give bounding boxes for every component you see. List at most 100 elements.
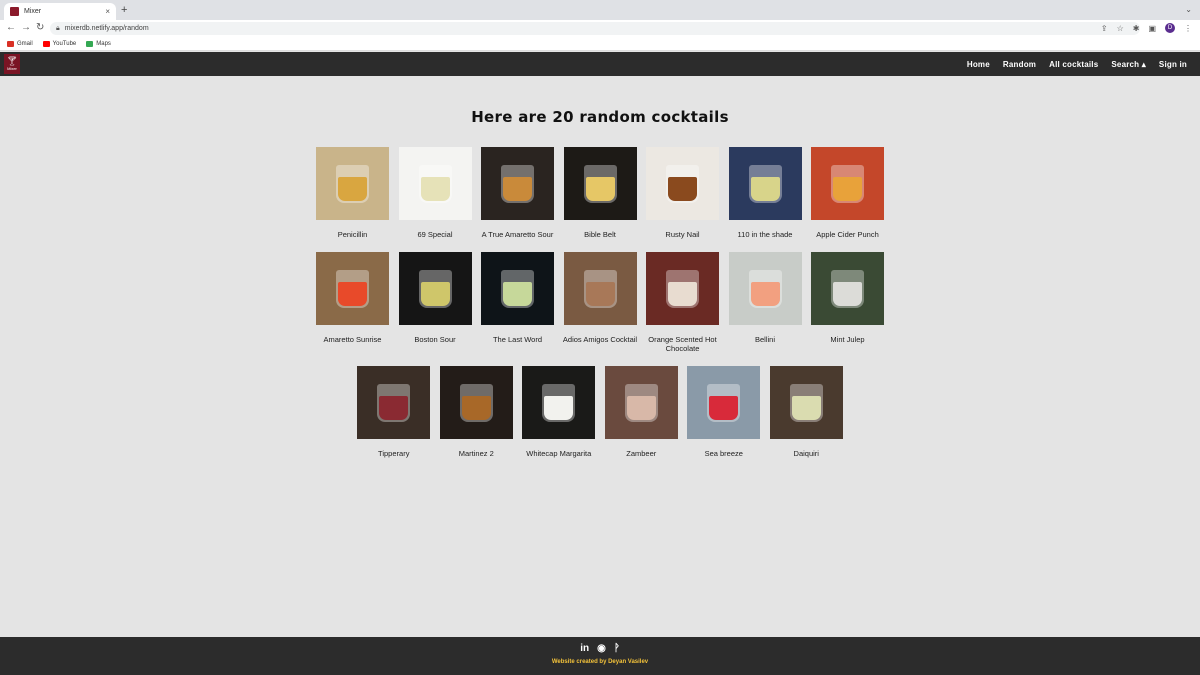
gmail-icon xyxy=(7,40,14,47)
cocktail-card[interactable]: 110 in the shade xyxy=(728,147,802,239)
bookmark-gmail[interactable]: Gmail xyxy=(7,40,33,47)
cocktail-image[interactable] xyxy=(646,147,719,220)
cocktail-card[interactable]: Orange Scented Hot Chocolate xyxy=(646,252,719,353)
tab-search-icon[interactable]: ⌄ xyxy=(1185,5,1192,14)
drink-shape xyxy=(833,177,862,201)
cocktail-card[interactable]: The Last Word xyxy=(481,252,554,353)
cocktail-image[interactable] xyxy=(563,252,637,325)
cocktail-row: Penicillin 69 Special A True Amaretto Sour… xyxy=(0,147,1200,239)
site-logo[interactable]: 🍸︎ Mixer xyxy=(4,54,20,74)
cocktail-image[interactable] xyxy=(398,252,472,325)
cocktail-name[interactable]: Whitecap Margarita xyxy=(519,449,599,458)
sidepanel-icon[interactable]: ▣ xyxy=(1148,24,1156,33)
close-tab-icon[interactable]: × xyxy=(105,7,110,16)
cocktail-card[interactable]: Penicillin xyxy=(316,147,389,239)
cocktail-image[interactable] xyxy=(811,147,884,220)
cocktail-name[interactable]: 69 Special xyxy=(395,230,475,239)
cocktail-card[interactable]: Bellini xyxy=(728,252,802,353)
cocktail-image[interactable] xyxy=(687,366,761,439)
portfolio-icon[interactable]: ᚹ xyxy=(614,643,620,654)
bookmark-maps[interactable]: Maps xyxy=(86,40,111,47)
cocktail-image[interactable] xyxy=(481,147,554,220)
linkedin-icon[interactable]: in xyxy=(580,643,589,654)
nav-search-link[interactable]: Search ▴ xyxy=(1111,60,1146,69)
cocktail-image[interactable] xyxy=(316,252,389,325)
cocktail-image[interactable] xyxy=(481,252,554,325)
nav-all-cocktails-link[interactable]: All cocktails xyxy=(1049,60,1098,69)
cocktail-name[interactable]: Tipperary xyxy=(354,449,434,458)
cocktail-image[interactable] xyxy=(439,366,513,439)
cocktail-image[interactable] xyxy=(728,252,802,325)
profile-avatar[interactable]: D xyxy=(1165,23,1175,33)
page-title: Here are 20 random cocktails xyxy=(471,108,729,126)
cocktail-name[interactable]: Zambeer xyxy=(601,449,681,458)
nav-home-link[interactable]: Home xyxy=(967,60,990,69)
cocktail-name[interactable]: Daiquiri xyxy=(766,449,846,458)
cocktail-name[interactable]: Orange Scented Hot Chocolate xyxy=(643,335,723,353)
bookmark-label: Maps xyxy=(96,40,111,47)
cocktail-card[interactable]: Daiquiri xyxy=(769,366,843,458)
cocktail-image[interactable] xyxy=(604,366,678,439)
toolbar-actions: ⇪ ☆ ✱ ▣ D ⋮ xyxy=(1101,23,1192,33)
cocktail-name[interactable]: Bellini xyxy=(725,335,805,344)
cocktail-card[interactable]: Mint Julep xyxy=(811,252,884,353)
cocktail-card[interactable]: Rusty Nail xyxy=(646,147,719,239)
bookmark-star-icon[interactable]: ☆ xyxy=(1117,24,1124,33)
cocktail-card[interactable]: Whitecap Margarita xyxy=(522,366,596,458)
nav-sign-in-link[interactable]: Sign in xyxy=(1159,60,1187,69)
menu-icon[interactable]: ⋮ xyxy=(1184,24,1192,33)
cocktail-name[interactable]: Bible Belt xyxy=(560,230,640,239)
cocktail-name[interactable]: A True Amaretto Sour xyxy=(478,230,558,239)
cocktail-name[interactable]: Mint Julep xyxy=(808,335,888,344)
cocktail-card[interactable]: Zambeer xyxy=(604,366,678,458)
drink-shape xyxy=(420,177,450,201)
github-icon[interactable]: ◉ xyxy=(597,643,606,654)
cocktail-card[interactable]: Adios Amigos Cocktail xyxy=(563,252,637,353)
bookmark-youtube[interactable]: YouTube xyxy=(42,40,76,47)
cocktail-image[interactable] xyxy=(398,147,472,220)
cocktail-card[interactable]: Martinez 2 xyxy=(439,366,513,458)
cocktail-image[interactable] xyxy=(646,252,719,325)
cocktail-name[interactable]: Rusty Nail xyxy=(643,230,723,239)
cocktail-name[interactable]: Sea breeze xyxy=(684,449,764,458)
cocktail-image[interactable] xyxy=(811,252,884,325)
cocktail-name[interactable]: Boston Sour xyxy=(395,335,475,344)
browser-tab[interactable]: Mixer × xyxy=(4,3,116,20)
extensions-icon[interactable]: ✱ xyxy=(1133,24,1140,33)
cocktail-card[interactable]: Boston Sour xyxy=(398,252,472,353)
reload-icon[interactable]: ↻ xyxy=(36,22,44,33)
cocktail-image[interactable] xyxy=(522,366,596,439)
cocktail-image[interactable] xyxy=(728,147,802,220)
cocktail-card[interactable]: A True Amaretto Sour xyxy=(481,147,554,239)
cocktail-image[interactable] xyxy=(357,366,431,439)
drink-shape xyxy=(338,177,367,201)
cocktail-card[interactable]: 69 Special xyxy=(398,147,472,239)
drink-shape xyxy=(379,396,409,420)
forward-icon[interactable]: → xyxy=(21,22,31,33)
drink-shape xyxy=(833,282,862,306)
cocktail-card[interactable]: Bible Belt xyxy=(563,147,637,239)
drink-shape xyxy=(791,396,821,420)
social-links: in ◉ ᚹ xyxy=(0,643,1200,654)
cocktail-name[interactable]: Apple Cider Punch xyxy=(808,230,888,239)
cocktail-image[interactable] xyxy=(563,147,637,220)
drink-shape xyxy=(461,396,491,420)
cocktail-name[interactable]: The Last Word xyxy=(478,335,558,344)
cocktail-name[interactable]: Penicillin xyxy=(313,230,393,239)
cocktail-name[interactable]: Amaretto Sunrise xyxy=(313,335,393,344)
nav-random-link[interactable]: Random xyxy=(1003,60,1036,69)
cocktail-image[interactable] xyxy=(769,366,843,439)
drink-shape xyxy=(503,282,532,306)
cocktail-name[interactable]: Martinez 2 xyxy=(436,449,516,458)
share-icon[interactable]: ⇪ xyxy=(1101,24,1108,33)
cocktail-name[interactable]: Adios Amigos Cocktail xyxy=(560,335,640,344)
cocktail-card[interactable]: Amaretto Sunrise xyxy=(316,252,389,353)
cocktail-image[interactable] xyxy=(316,147,389,220)
new-tab-button[interactable]: + xyxy=(121,4,127,16)
address-bar[interactable]: 🔒︎ mixerdb.netlify.app/random xyxy=(50,22,1140,35)
cocktail-card[interactable]: Sea breeze xyxy=(687,366,761,458)
cocktail-card[interactable]: Tipperary xyxy=(357,366,431,458)
cocktail-card[interactable]: Apple Cider Punch xyxy=(811,147,884,239)
back-icon[interactable]: ← xyxy=(6,22,16,33)
cocktail-name[interactable]: 110 in the shade xyxy=(725,230,805,239)
